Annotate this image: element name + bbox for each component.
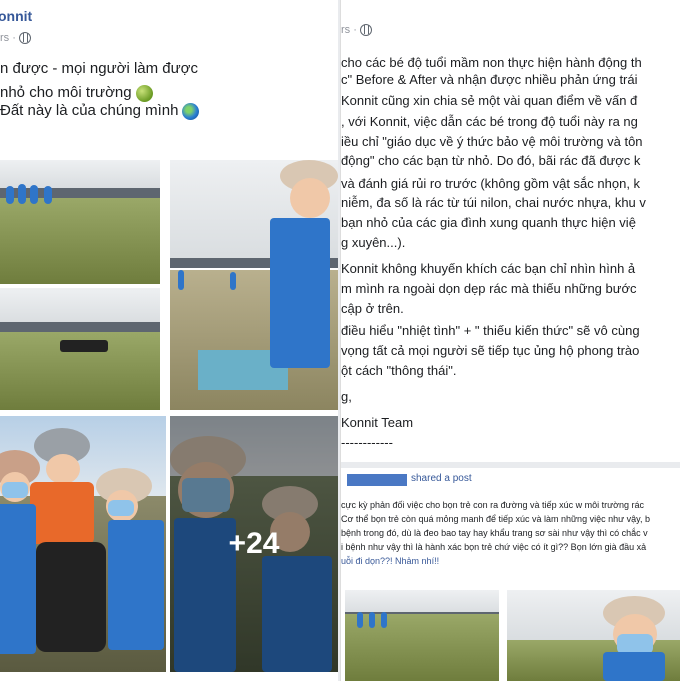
more-photos-count: +24 (228, 527, 280, 560)
post-text-line: động" cho các bạn từ nhỏ. Do đó, bãi rác… (341, 153, 641, 168)
post-text-line-3: Đất này là của chúng mình (0, 102, 200, 120)
green-ball-emoji-icon (135, 84, 153, 102)
shared-text-line: bệnh trong đó, dù là đeo bao tay hay khẩ… (341, 528, 648, 538)
post-meta: rs · (0, 32, 31, 44)
more-photos-overlay[interactable]: +24 (170, 416, 338, 672)
earth-globe-emoji-icon (182, 102, 200, 120)
post-text-line: g, (341, 389, 352, 404)
globe-icon (18, 32, 31, 44)
post-text-line: m mình ra ngoài dọn dẹp rác mà thiếu nhữ… (341, 281, 637, 296)
shared-text-line: Cơ thể bọn trẻ còn quá mỏng manh để tiếp… (341, 514, 650, 524)
globe-icon (359, 24, 372, 36)
shared-photo-child[interactable] (507, 590, 680, 681)
post-text-line: cập ở trên. (341, 301, 404, 316)
post-text-line: g xuyên...). (341, 235, 406, 250)
post-text-line: cho các bé độ tuổi mầm non thực hiện hàn… (341, 55, 642, 70)
post-text-line: vọng tất cả mọi người sẽ tiếp tục ủng hộ… (341, 343, 640, 358)
redacted-user-name[interactable] (347, 474, 407, 486)
post-signature: Konnit Team (341, 415, 414, 430)
post-time[interactable]: rs · (341, 24, 357, 36)
post-text-line: Konnit cũng xin chia sẻ một vài quan điể… (341, 93, 638, 108)
photo-field-car[interactable] (0, 288, 160, 410)
post-text-line-1: n được - mọi người làm được (0, 60, 199, 77)
post-divider: ------------ (341, 435, 393, 450)
photo-field-kids[interactable] (0, 160, 160, 284)
post-text-line: điều hiểu "nhiệt tình" + " thiếu kiến th… (341, 323, 640, 338)
post-text-line: và đánh giá rủi ro trước (không gồm vật … (341, 176, 641, 191)
shared-text-line: cực kỳ phản đối việc cho bọn trẻ con ra … (341, 500, 645, 510)
shared-post-label: shared a post (411, 473, 472, 484)
post-text-line: Konnit không khuyến khích các bạn chỉ nh… (341, 261, 636, 276)
shared-text-line: i bệnh như vậy thì là hành xác bọn trẻ c… (341, 542, 647, 552)
post-time[interactable]: rs · (0, 32, 16, 44)
page-name-link[interactable]: onnit (0, 8, 32, 24)
shared-text-line: uỗi đi dọn??! Nhảm nhí!! (341, 556, 440, 566)
post-meta: rs · (341, 24, 372, 36)
left-post: onnit rs · n được - mọi người làm được n… (0, 0, 338, 681)
post-text-line-2: nhỏ cho môi trường (0, 84, 153, 102)
post-text-line: niễm, đa số là rác từ túi nilon, chai nư… (341, 195, 646, 210)
post-text-line: bạn nhỏ của các gia đình xung quanh thực… (341, 215, 636, 230)
post-text-line: , với Konnit, việc dẫn các bé trong độ t… (341, 114, 638, 129)
right-post: rs · cho các bé độ tuổi mầm non thực hiệ… (340, 0, 680, 681)
post-text-line: ột cách "thông thái". (341, 363, 457, 378)
photo-group-cleanup[interactable] (0, 416, 166, 672)
post-text-line: c" Before & After và nhận được nhiều phả… (341, 72, 638, 87)
shared-photo-field[interactable] (345, 590, 499, 681)
post-text-line: iều chỉ "giáo dục về ý thức bảo vệ môi t… (341, 134, 643, 149)
photo-child-hat[interactable] (170, 160, 338, 410)
